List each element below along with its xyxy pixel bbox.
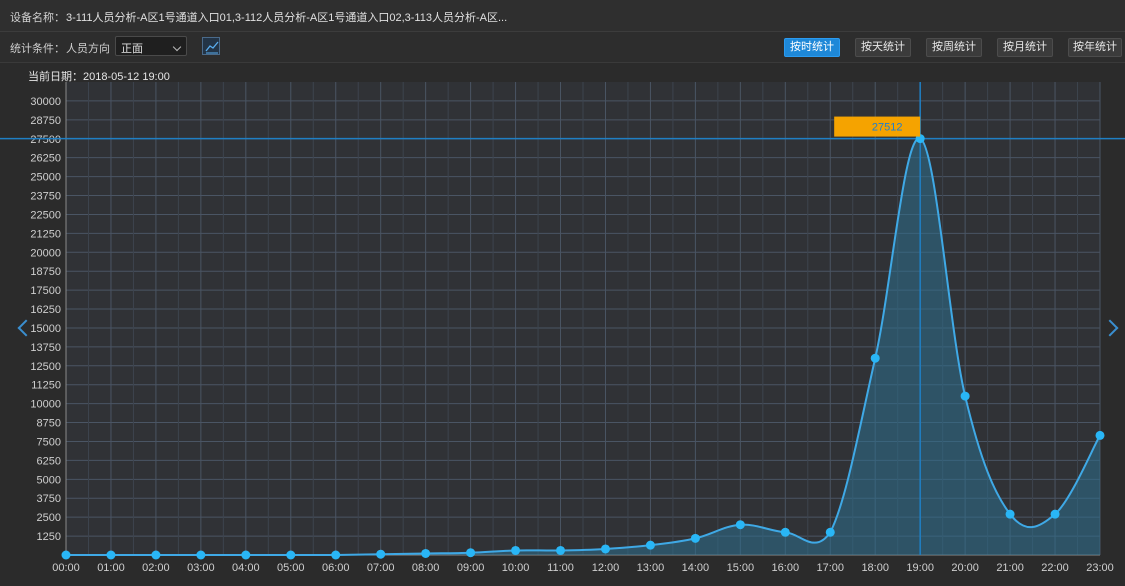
x-tick-label: 10:00 [502, 562, 530, 574]
y-tick-label: 28750 [30, 115, 61, 127]
data-point [286, 550, 296, 560]
x-tick-label: 04:00 [232, 562, 260, 574]
y-tick-label: 10000 [30, 399, 61, 411]
data-point [870, 353, 880, 363]
data-point [151, 550, 161, 560]
y-tick-label: 16250 [30, 304, 61, 316]
data-point [780, 527, 790, 537]
data-point [690, 533, 700, 543]
data-point [376, 549, 386, 559]
x-tick-label: 14:00 [682, 562, 710, 574]
y-tick-label: 3750 [37, 493, 61, 505]
data-point [1095, 430, 1105, 440]
y-tick-label: 13750 [30, 342, 61, 354]
x-tick-label: 05:00 [277, 562, 305, 574]
y-tick-label: 2500 [37, 512, 61, 524]
data-point [331, 550, 341, 560]
data-point [556, 545, 566, 555]
x-tick-label: 03:00 [187, 562, 215, 574]
x-tick-label: 08:00 [412, 562, 440, 574]
x-tick-label: 00:00 [52, 562, 80, 574]
y-tick-label: 27500 [30, 134, 61, 146]
data-point [735, 520, 745, 530]
x-tick-label: 19:00 [906, 562, 934, 574]
data-point [511, 545, 521, 555]
x-tick-label: 09:00 [457, 562, 485, 574]
data-point [106, 550, 116, 560]
y-tick-label: 11250 [31, 380, 61, 392]
y-tick-label: 5000 [37, 474, 61, 486]
data-point [466, 548, 476, 558]
data-point [421, 548, 431, 558]
data-point [61, 550, 71, 560]
x-tick-label: 06:00 [322, 562, 350, 574]
x-tick-label: 15:00 [727, 562, 755, 574]
x-tick-label: 22:00 [1041, 562, 1069, 574]
x-tick-label: 17:00 [816, 562, 844, 574]
y-tick-label: 21250 [30, 228, 61, 240]
x-tick-label: 16:00 [772, 562, 800, 574]
data-point [196, 550, 206, 560]
x-tick-label: 02:00 [142, 562, 170, 574]
x-tick-label: 21:00 [996, 562, 1024, 574]
y-tick-label: 17500 [30, 285, 61, 297]
x-tick-label: 11:00 [547, 562, 574, 574]
y-tick-label: 20000 [30, 247, 61, 259]
y-tick-label: 15000 [30, 323, 61, 335]
data-point [645, 540, 655, 550]
data-point [1050, 509, 1060, 519]
x-tick-label: 12:00 [592, 562, 620, 574]
y-tick-label: 18750 [30, 266, 61, 278]
x-tick-label: 01:00 [97, 562, 125, 574]
y-tick-label: 6250 [37, 455, 61, 467]
tooltip-value: 27512 [872, 122, 903, 134]
y-tick-label: 30000 [30, 96, 61, 108]
y-tick-label: 1250 [37, 531, 61, 543]
y-tick-label: 7500 [37, 436, 61, 448]
y-tick-label: 22500 [30, 209, 61, 221]
x-tick-label: 20:00 [951, 562, 979, 574]
line-chart: 1250 2500 3750 5000 6250 7500 8750 10000 11250 12… [0, 82, 1125, 574]
data-point [1005, 509, 1015, 519]
x-tick-label: 07:00 [367, 562, 395, 574]
data-point [241, 550, 251, 560]
y-tick-label: 25000 [30, 172, 61, 184]
x-tick-label: 23:00 [1086, 562, 1114, 574]
data-point [600, 544, 610, 554]
x-tick-label: 13:00 [637, 562, 665, 574]
y-tick-label: 23750 [30, 191, 61, 203]
y-tick-label: 8750 [37, 418, 61, 430]
y-tick-label: 12500 [30, 361, 61, 373]
y-tick-label: 26250 [30, 153, 61, 165]
data-point [825, 527, 835, 537]
x-tick-label: 18:00 [861, 562, 889, 574]
data-point [960, 391, 970, 401]
